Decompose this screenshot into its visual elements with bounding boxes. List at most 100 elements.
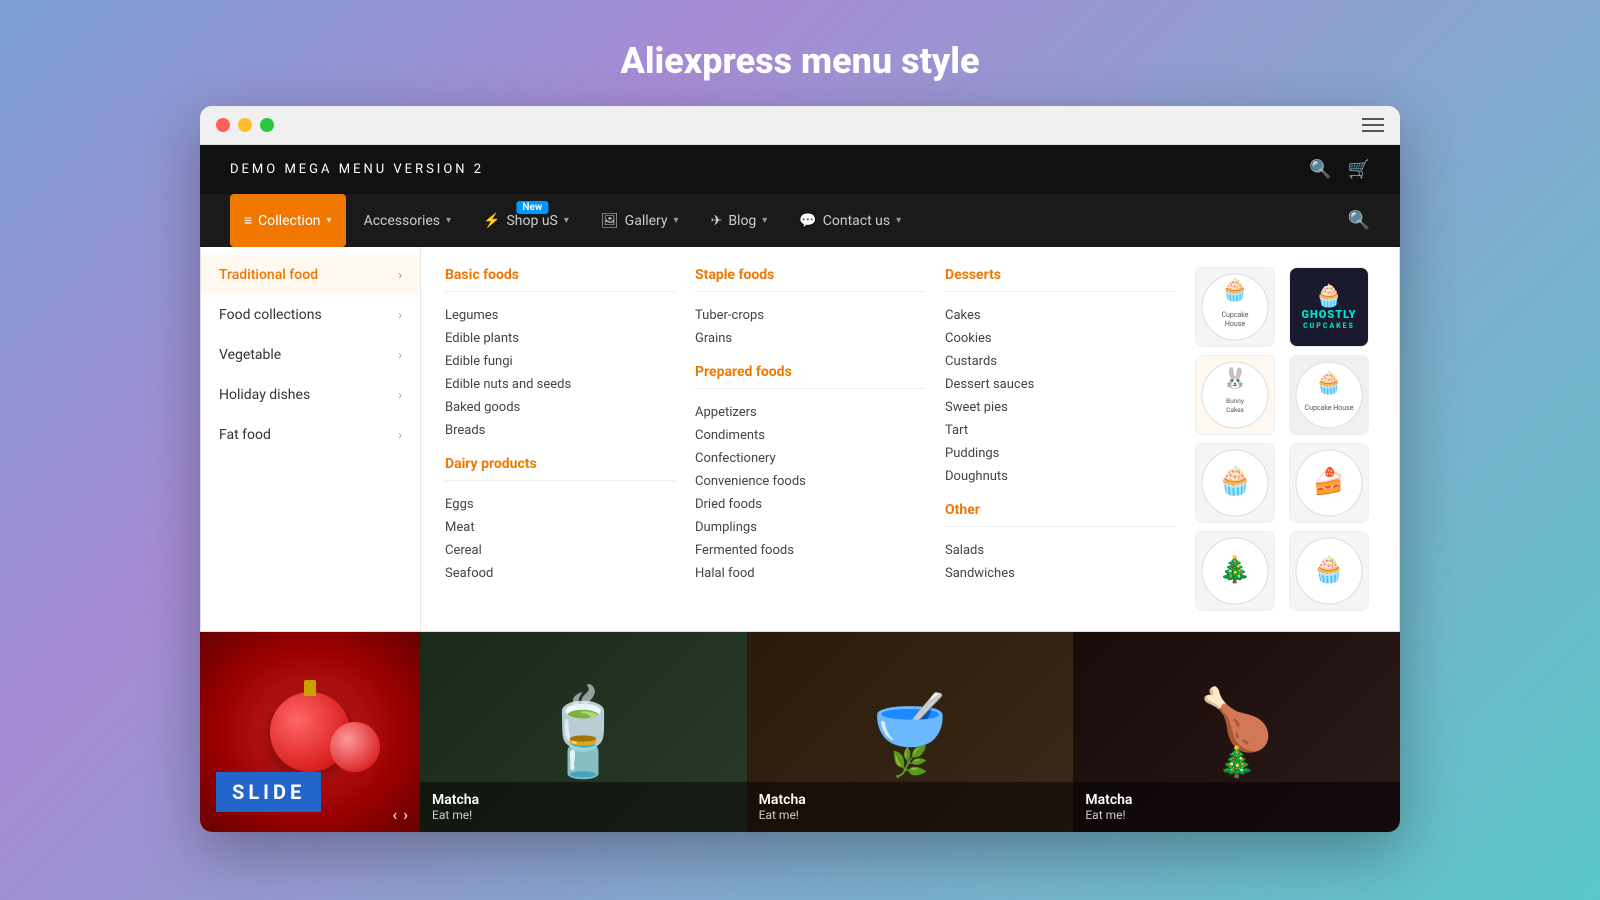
nav-item-gallery[interactable]: 🖼 Gallery ▾ bbox=[587, 195, 693, 247]
link-condiments[interactable]: Condiments bbox=[695, 424, 925, 447]
slide-3-title: Matcha bbox=[1085, 792, 1388, 808]
dot-red[interactable] bbox=[216, 118, 230, 132]
link-puddings[interactable]: Puddings bbox=[945, 442, 1175, 465]
next-slide-btn[interactable]: › bbox=[403, 805, 408, 824]
link-cakes[interactable]: Cakes bbox=[945, 304, 1175, 327]
nav-item-blog[interactable]: ✈ Blog ▾ bbox=[697, 195, 782, 247]
nav-badge-new: New bbox=[516, 201, 548, 214]
link-dumplings[interactable]: Dumplings bbox=[695, 516, 925, 539]
nav-bar: ≡ Collection ▾ Accessories ▾ New ⚡ Shop … bbox=[200, 194, 1400, 247]
link-legumes[interactable]: Legumes bbox=[445, 304, 675, 327]
column-header-dairy: Dairy products bbox=[445, 456, 675, 481]
svg-text:Cupcake House: Cupcake House bbox=[1305, 404, 1354, 412]
nav-item-collection[interactable]: ≡ Collection ▾ bbox=[230, 194, 346, 247]
brand-bunny-cakes[interactable]: 🐰 Bunny Cakes bbox=[1195, 355, 1275, 435]
svg-text:Bunny: Bunny bbox=[1226, 397, 1244, 405]
link-cereal[interactable]: Cereal bbox=[445, 539, 675, 562]
nav-label-contact: Contact us bbox=[823, 213, 890, 229]
search-icon[interactable]: 🔍 bbox=[1309, 159, 1331, 180]
link-meat[interactable]: Meat bbox=[445, 516, 675, 539]
sidebar-item-fat-food[interactable]: Fat food › bbox=[201, 415, 420, 455]
brand-ghostly[interactable]: 🧁 GHOSTLY CUPCAKES bbox=[1289, 267, 1369, 347]
link-custards[interactable]: Custards bbox=[945, 350, 1175, 373]
slide-2-caption: Matcha Eat me! bbox=[747, 782, 1074, 832]
slide-1[interactable]: 🍵 🫙 Matcha Eat me! bbox=[420, 632, 747, 832]
dot-green[interactable] bbox=[260, 118, 274, 132]
nav-search-icon[interactable]: 🔍 bbox=[1348, 210, 1370, 231]
link-breads[interactable]: Breads bbox=[445, 419, 675, 442]
chevron-icon: › bbox=[398, 348, 402, 362]
slide-2-sub: Eat me! bbox=[759, 808, 1062, 822]
brand-cupcake-house-1[interactable]: 🧁 Cupcake House bbox=[1195, 267, 1275, 347]
browser-window: DEMO MEGA MENU VERSION 2 🔍 🛒 ≡ Collectio… bbox=[200, 106, 1400, 832]
site-title: DEMO MEGA MENU VERSION 2 bbox=[230, 162, 484, 177]
hero-left: SLIDE ‹ › bbox=[200, 632, 420, 832]
link-tart[interactable]: Tart bbox=[945, 419, 1175, 442]
brand-cupcake-4[interactable]: 🍰 bbox=[1289, 443, 1369, 523]
slide-3[interactable]: 🍗 🎄 Matcha Eat me! bbox=[1073, 632, 1400, 832]
link-confectionery[interactable]: Confectionery bbox=[695, 447, 925, 470]
link-edible-fungi[interactable]: Edible fungi bbox=[445, 350, 675, 373]
nav-item-contact[interactable]: 💬 Contact us ▾ bbox=[785, 195, 915, 247]
cart-icon[interactable]: 🛒 bbox=[1348, 159, 1370, 180]
link-cookies[interactable]: Cookies bbox=[945, 327, 1175, 350]
link-halal[interactable]: Halal food bbox=[695, 562, 925, 585]
link-seafood[interactable]: Seafood bbox=[445, 562, 675, 585]
sidebar-item-holiday[interactable]: Holiday dishes › bbox=[201, 375, 420, 415]
link-sandwiches[interactable]: Sandwiches bbox=[945, 562, 1175, 585]
brand-cupcake-house-2[interactable]: 🧁 Cupcake House bbox=[1289, 355, 1369, 435]
nav-label-shop: Shop uS bbox=[506, 213, 557, 229]
svg-text:House: House bbox=[1225, 320, 1245, 328]
slide-1-title: Matcha bbox=[432, 792, 735, 808]
sidebar-label-traditional: Traditional food bbox=[219, 267, 318, 283]
dot-yellow[interactable] bbox=[238, 118, 252, 132]
nav-item-shop[interactable]: New ⚡ Shop uS ▾ bbox=[469, 195, 583, 247]
sidebar-item-vegetable[interactable]: Vegetable › bbox=[201, 335, 420, 375]
link-convenience[interactable]: Convenience foods bbox=[695, 470, 925, 493]
link-appetizers[interactable]: Appetizers bbox=[695, 401, 925, 424]
nav-label-collection: Collection bbox=[258, 213, 320, 229]
link-salads[interactable]: Salads bbox=[945, 539, 1175, 562]
slide-2-title: Matcha bbox=[759, 792, 1062, 808]
link-dried[interactable]: Dried foods bbox=[695, 493, 925, 516]
chevron-icon: › bbox=[398, 308, 402, 322]
chevron-icon: › bbox=[398, 268, 402, 282]
hero-slides: 🍵 🫙 Matcha Eat me! 🥣 🌿 bbox=[420, 632, 1400, 832]
sidebar-label-vegetable: Vegetable bbox=[219, 347, 281, 363]
svg-text:🧁: 🧁 bbox=[1313, 554, 1345, 585]
column-desserts: Desserts Cakes Cookies Custards Dessert … bbox=[945, 267, 1175, 611]
slide-3-sub: Eat me! bbox=[1085, 808, 1388, 822]
brands-column: 🧁 Cupcake House 🧁 GHOSTLY CUPCAKES bbox=[1195, 267, 1375, 611]
link-grains[interactable]: Grains bbox=[695, 327, 925, 350]
sidebar-label-holiday: Holiday dishes bbox=[219, 387, 310, 403]
brand-cupcake-5[interactable]: 🎄 bbox=[1195, 531, 1275, 611]
link-edible-plants[interactable]: Edible plants bbox=[445, 327, 675, 350]
nav-label-blog: Blog bbox=[728, 213, 756, 229]
column-basic: Basic foods Legumes Edible plants Edible… bbox=[445, 267, 675, 611]
sidebar-item-traditional[interactable]: Traditional food › bbox=[201, 255, 420, 295]
svg-text:🧁: 🧁 bbox=[1315, 370, 1342, 396]
link-tuber[interactable]: Tuber-crops bbox=[695, 304, 925, 327]
link-eggs[interactable]: Eggs bbox=[445, 493, 675, 516]
slide-2[interactable]: 🥣 🌿 Matcha Eat me! bbox=[747, 632, 1074, 832]
link-edible-nuts[interactable]: Edible nuts and seeds bbox=[445, 373, 675, 396]
column-header-desserts: Desserts bbox=[945, 267, 1175, 292]
brand-cupcake-6[interactable]: 🧁 bbox=[1289, 531, 1369, 611]
prev-slide-btn[interactable]: ‹ bbox=[392, 805, 397, 824]
link-doughnuts[interactable]: Doughnuts bbox=[945, 465, 1175, 488]
hamburger-icon[interactable] bbox=[1362, 118, 1384, 132]
brand-cupcake-3[interactable]: 🧁 bbox=[1195, 443, 1275, 523]
svg-text:🧁: 🧁 bbox=[1221, 277, 1248, 303]
top-bar: DEMO MEGA MENU VERSION 2 🔍 🛒 bbox=[200, 145, 1400, 194]
hero-area: SLIDE ‹ › 🍵 🫙 Matcha Eat me! bbox=[200, 632, 1400, 832]
sidebar-label-food-collections: Food collections bbox=[219, 307, 322, 323]
dropdown-sidebar: Traditional food › Food collections › Ve… bbox=[201, 247, 421, 631]
sidebar-item-food-collections[interactable]: Food collections › bbox=[201, 295, 420, 335]
column-header-staple: Staple foods bbox=[695, 267, 925, 292]
nav-item-accessories[interactable]: Accessories ▾ bbox=[350, 195, 465, 247]
link-baked-goods[interactable]: Baked goods bbox=[445, 396, 675, 419]
link-sweet-pies[interactable]: Sweet pies bbox=[945, 396, 1175, 419]
link-dessert-sauces[interactable]: Dessert sauces bbox=[945, 373, 1175, 396]
sidebar-label-fat-food: Fat food bbox=[219, 427, 271, 443]
link-fermented[interactable]: Fermented foods bbox=[695, 539, 925, 562]
